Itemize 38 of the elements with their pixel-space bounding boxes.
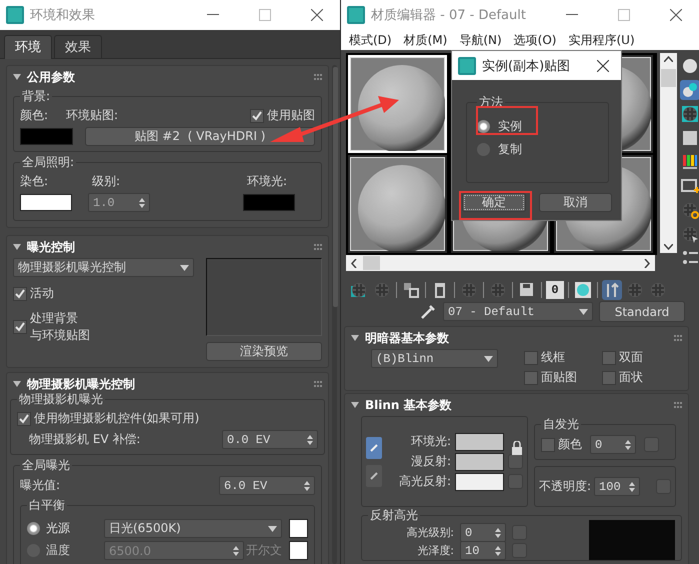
color-label: 高光反射: — [398, 473, 451, 490]
field-label: 不透明度: — [539, 478, 592, 495]
radio-label: 光源 — [46, 520, 71, 537]
checkbox-label: 面贴图 — [541, 369, 577, 386]
radio-label: 复制 — [498, 141, 522, 158]
field-label: 颜色: — [20, 107, 48, 124]
color-label: 环境光: — [410, 433, 451, 450]
checkbox-label: 双面 — [619, 349, 643, 366]
group-label: 反射高光 — [369, 507, 419, 524]
field-label: 物理摄影机 EV 补偿: — [29, 431, 140, 448]
group-label: 全局照明: — [21, 154, 76, 171]
field-label: 染色: — [20, 173, 50, 190]
checkbox-label: 使用贴图 — [267, 107, 315, 124]
field-label: 级别: — [92, 173, 120, 190]
field-label: 高光级别: — [405, 525, 454, 540]
checkbox-label: 线框 — [541, 349, 565, 366]
field-label: 环境光: — [246, 174, 287, 188]
window-title: 环境和效果 — [30, 7, 96, 24]
color-label: 漫反射: — [410, 453, 451, 470]
checkbox-label: 使用物理摄影机控件(如果可用) — [34, 410, 200, 427]
group-label: 全局曝光 — [21, 457, 71, 474]
checkbox-label: 颜色 — [558, 436, 582, 453]
group-label: 背景: — [21, 88, 52, 105]
checkbox-label: 面状 — [619, 369, 643, 386]
checkbox-label: 处理背景 — [30, 310, 79, 327]
checkbox-label: 活动 — [30, 285, 54, 302]
window-title: 材质编辑器 - 07 - Default — [371, 7, 527, 24]
dialog-title: 实例(副本)贴图 — [482, 58, 572, 74]
group-label: 自发光 — [542, 416, 580, 433]
radio-label: 温度 — [46, 542, 71, 559]
field-label: 环境贴图: — [66, 107, 118, 124]
radio-label: 实例 — [498, 118, 522, 135]
unit-label: 开尔文 — [246, 542, 282, 559]
checkbox-label: 与环境贴图 — [30, 327, 90, 344]
group-label: 物理摄影机曝光 — [18, 391, 104, 408]
group-label: 白平衡 — [28, 497, 66, 514]
field-label: 曝光值: — [20, 477, 60, 494]
field-label: 光泽度: — [416, 543, 454, 558]
